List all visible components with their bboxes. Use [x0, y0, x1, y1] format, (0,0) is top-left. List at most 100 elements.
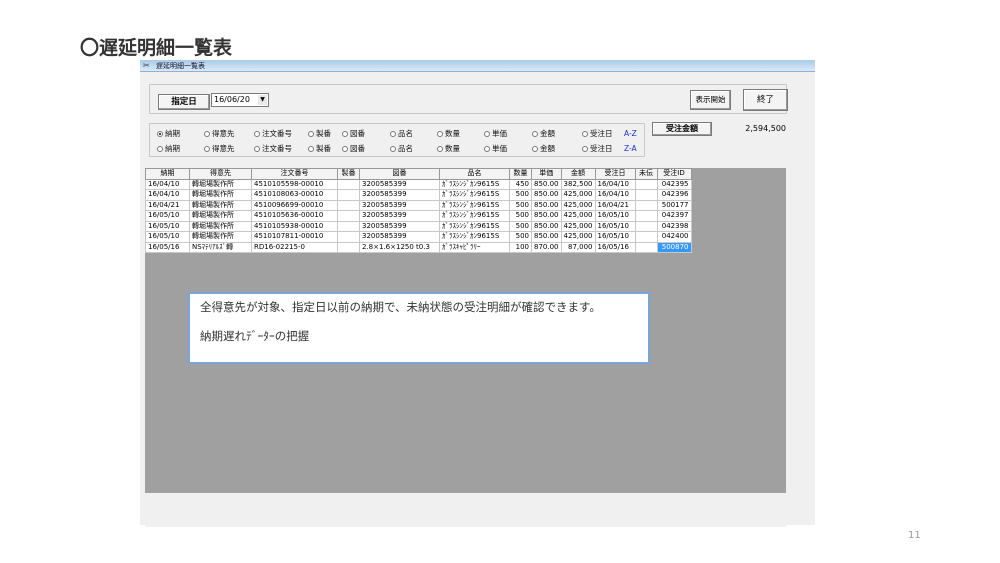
table-cell: 850.00: [531, 210, 562, 222]
table-cell: 3200585399: [359, 189, 440, 201]
table-cell: 3200585399: [359, 199, 440, 211]
sort-radio-row2-9[interactable]: 受注日: [582, 144, 613, 153]
date-value: 16/06/20: [214, 95, 250, 104]
sort-radio-row2-0[interactable]: 納期: [157, 144, 180, 153]
table-cell: 16/05/10: [145, 220, 190, 232]
table-row[interactable]: 16/05/10 轉堀場製作所 4510105938-00010 3200585399…: [145, 220, 692, 232]
table-cell: 042397: [656, 210, 692, 222]
column-header[interactable]: 品名: [439, 168, 510, 180]
table-cell: NSﾏﾃﾘｱﾙｽﾞ轉: [189, 241, 252, 253]
radio-circle-icon: [437, 146, 443, 152]
table-cell: 870.00: [531, 241, 562, 253]
column-header[interactable]: 数量: [509, 168, 532, 180]
sort-radio-row2-7[interactable]: 単価: [484, 144, 507, 153]
order-table: 納期 得意先 注文番号 製番 図番 品名 数量 単価 金額 受注日 未伝 受注ID 16/04/10 轉…: [145, 168, 692, 253]
table-cell: 16/05/10: [145, 231, 190, 243]
radio-circle-icon: [532, 131, 538, 137]
table-cell: 500870: [656, 241, 692, 253]
end-button[interactable]: 終了: [743, 89, 788, 111]
sort-radio-row1-5[interactable]: 品名: [390, 129, 413, 138]
sort-radio-label: 図番: [350, 129, 365, 138]
table-cell: [337, 210, 360, 222]
sort-radio-row2-5[interactable]: 品名: [390, 144, 413, 153]
table-cell: [337, 220, 360, 232]
sort-radio-row1-8[interactable]: 金額: [532, 129, 555, 138]
radio-circle-icon: [204, 131, 210, 137]
table-cell: 16/04/21: [145, 199, 190, 211]
table-row[interactable]: 16/05/10 轉堀場製作所 4510105636-00010 3200585399…: [145, 210, 692, 222]
date-combobox[interactable]: 16/06/20 ▼: [211, 93, 269, 107]
sort-radio-label: 注文番号: [262, 144, 292, 153]
sort-radio-row1-6[interactable]: 数量: [437, 129, 460, 138]
sort-radio-row1-9[interactable]: 受注日: [582, 129, 613, 138]
column-header[interactable]: 納期: [145, 168, 190, 180]
sort-radio-row1-4[interactable]: 図番: [342, 129, 365, 138]
chevron-down-icon[interactable]: ▼: [258, 95, 267, 105]
sort-radio-row2-3[interactable]: 製番: [308, 144, 331, 153]
column-header[interactable]: 図番: [359, 168, 440, 180]
column-header[interactable]: 製番: [337, 168, 360, 180]
table-cell: 500: [509, 210, 532, 222]
column-header[interactable]: 受注ID: [656, 168, 692, 180]
table-cell: 16/05/16: [594, 241, 636, 253]
date-label: 指定日: [158, 94, 210, 110]
radio-circle-icon: [390, 131, 396, 137]
show-button[interactable]: 表示開始: [690, 90, 731, 110]
sort-radio-label: 単価: [492, 144, 507, 153]
sort-radio-label: 製番: [316, 144, 331, 153]
table-cell: [634, 199, 658, 211]
column-header[interactable]: 単価: [531, 168, 562, 180]
table-cell: 16/04/10: [594, 189, 636, 201]
table-cell: 16/04/10: [145, 189, 190, 201]
table-cell: 轉堀場製作所: [189, 210, 252, 222]
table-cell: 16/05/10: [594, 220, 636, 232]
sort-radio-row2-1[interactable]: 得意先: [204, 144, 235, 153]
window-titlebar[interactable]: ✂ 遅延明細一覧表: [140, 60, 815, 72]
description-callout: 全得意先が対象、指定日以前の納期で、未納状態の受注明細が確認できます。 納期遅れ…: [188, 292, 650, 364]
sort-radio-row2-6[interactable]: 数量: [437, 144, 460, 153]
sort-radio-row1-0[interactable]: 納期: [157, 129, 180, 138]
radio-circle-icon: [484, 146, 490, 152]
sort-radio-row1-7[interactable]: 単価: [484, 129, 507, 138]
table-row[interactable]: 16/05/16 NSﾏﾃﾘｱﾙｽﾞ轉 RD16-02215-0 2.8×1.6×12…: [145, 241, 692, 253]
radio-circle-icon: [254, 146, 260, 152]
table-cell: 425,000: [560, 199, 596, 211]
column-header[interactable]: 受注日: [594, 168, 636, 180]
table-cell: [634, 231, 658, 243]
table-cell: 16/04/10: [594, 178, 636, 190]
table-cell: 3200585399: [359, 178, 440, 190]
column-header[interactable]: 未伝: [634, 168, 658, 180]
table-row[interactable]: 16/05/10 轉堀場製作所 4510107811-00010 3200585399…: [145, 231, 692, 243]
sort-radio-row1-2[interactable]: 注文番号: [254, 129, 292, 138]
table-cell: 042395: [656, 178, 692, 190]
column-header[interactable]: 注文番号: [251, 168, 338, 180]
column-header[interactable]: 金額: [560, 168, 596, 180]
table-row[interactable]: 16/04/10 轉堀場製作所 4510108063-00010 3200585399…: [145, 189, 692, 201]
table-cell: 4510105938-00010: [251, 220, 338, 232]
table-cell: [634, 241, 658, 253]
sort-radio-row1-3[interactable]: 製番: [308, 129, 331, 138]
table-cell: 042396: [656, 189, 692, 201]
table-cell: 16/05/10: [145, 210, 190, 222]
table-cell: ｶﾞﾗｽｼﾝｼﾞｶﾝ9615S: [439, 189, 510, 201]
table-cell: 3200585399: [359, 210, 440, 222]
table-cell: 轉堀場製作所: [189, 231, 252, 243]
sort-radio-label: 納期: [165, 144, 180, 153]
sort-radio-row2-8[interactable]: 金額: [532, 144, 555, 153]
table-cell: 2.8×1.6×1250 t0.3: [359, 241, 440, 253]
table-cell: 4510096699-00010: [251, 199, 338, 211]
sort-radio-row2-2[interactable]: 注文番号: [254, 144, 292, 153]
table-cell: 87,000: [560, 241, 596, 253]
radio-circle-icon: [342, 131, 348, 137]
table-cell: 382,500: [560, 178, 596, 190]
table-row[interactable]: 16/04/21 轉堀場製作所 4510096699-00010 3200585399…: [145, 199, 692, 211]
table-cell: 042400: [656, 231, 692, 243]
column-header[interactable]: 得意先: [189, 168, 252, 180]
sort-radio-label: 受注日: [590, 144, 613, 153]
radio-circle-icon: [582, 146, 588, 152]
sort-radio-row1-1[interactable]: 得意先: [204, 129, 235, 138]
radio-circle-icon: [582, 131, 588, 137]
table-row[interactable]: 16/04/10 轉堀場製作所 4510105598-00010 3200585399…: [145, 178, 692, 190]
sort-radio-row2-4[interactable]: 図番: [342, 144, 365, 153]
sort-radio-label: 得意先: [212, 144, 235, 153]
